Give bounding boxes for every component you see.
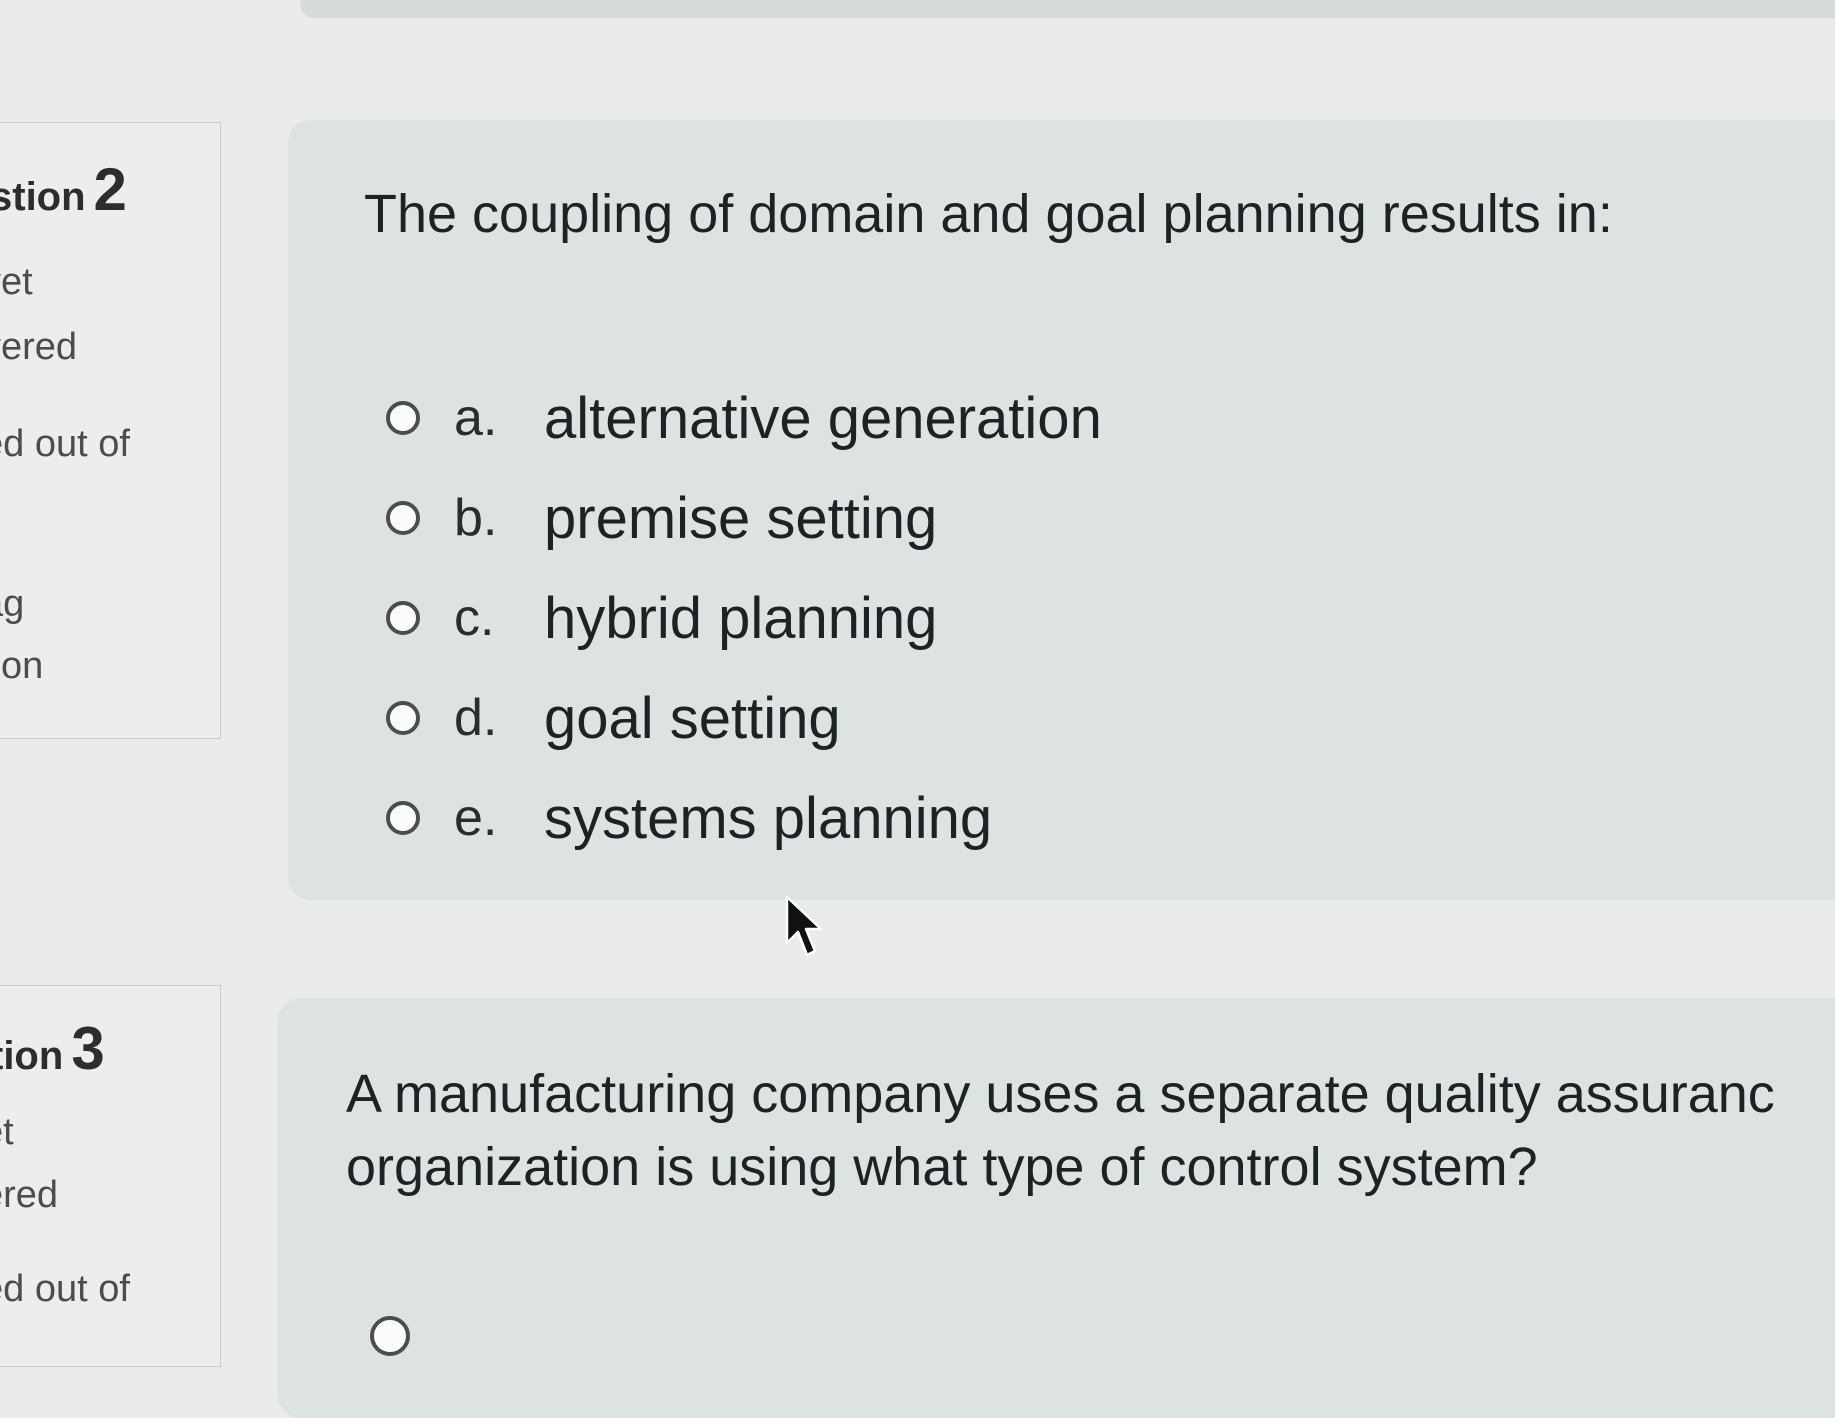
option-letter: c.	[454, 589, 495, 647]
option-letter: e.	[454, 789, 498, 847]
radio-button-icon[interactable]	[386, 701, 420, 735]
radio-button-icon[interactable]	[386, 501, 420, 535]
option-text: alternative generation	[544, 385, 1102, 451]
radio-button-icon[interactable]	[386, 401, 420, 435]
radio-button-icon[interactable]	[370, 1316, 410, 1356]
question-3-info-panel: tion3 et ered ed out of	[0, 985, 221, 1367]
question-2-title: stion	[0, 175, 86, 219]
option-c[interactable]: c. hybrid planning	[386, 568, 1102, 668]
option-e[interactable]: e. systems planning	[386, 768, 1102, 868]
option-text: systems planning	[544, 785, 993, 851]
option-text: hybrid planning	[544, 585, 938, 651]
option-text: premise setting	[544, 485, 938, 551]
question-2-marks: ed out of	[0, 423, 130, 465]
option-letter: a.	[454, 389, 498, 447]
question-3-text-line1: A manufacturing company uses a separate …	[346, 1064, 1775, 1124]
question-2-number: 2	[93, 156, 127, 223]
radio-button-icon[interactable]	[386, 601, 420, 635]
answer-options: a. alternative generation b. premise set…	[386, 368, 1102, 868]
question-3-text: A manufacturing company uses a separate …	[346, 1058, 1775, 1204]
option-d[interactable]: d. goal setting	[386, 668, 1102, 768]
question-2-status-line1: yet	[0, 261, 33, 303]
question-3-status-line2: ered	[0, 1174, 59, 1216]
mouse-pointer-icon	[785, 895, 823, 957]
question-2-card: The coupling of domain and goal planning…	[288, 120, 1835, 900]
radio-button-icon[interactable]	[386, 801, 420, 835]
question-3-marks: ed out of	[0, 1268, 130, 1310]
flag-question-line1[interactable]: ag	[0, 583, 24, 626]
top-card-edge	[300, 0, 1835, 18]
flag-question-line2[interactable]: tion	[0, 645, 43, 688]
option-a[interactable]: a. alternative generation	[386, 368, 1102, 468]
option-letter: b.	[454, 489, 498, 547]
option-letter: d.	[454, 689, 498, 747]
question-3-status-line1: et	[0, 1111, 14, 1153]
question-2-text: The coupling of domain and goal planning…	[364, 184, 1613, 244]
question-2-info-panel: stion2 yet vered ed out of ag tion	[0, 122, 221, 739]
question-3-title: tion	[0, 1034, 64, 1078]
option-b[interactable]: b. premise setting	[386, 468, 1102, 568]
option-text: goal setting	[544, 685, 841, 751]
question-3-text-line2: organization is using what type of contr…	[346, 1136, 1538, 1197]
question-3-card: A manufacturing company uses a separate …	[278, 998, 1835, 1418]
question-2-label: stion 2	[0, 155, 127, 224]
question-2-status-line2: vered	[0, 326, 78, 368]
question-3-number: 3	[71, 1015, 105, 1082]
question-3-label: tion3	[0, 1014, 105, 1083]
